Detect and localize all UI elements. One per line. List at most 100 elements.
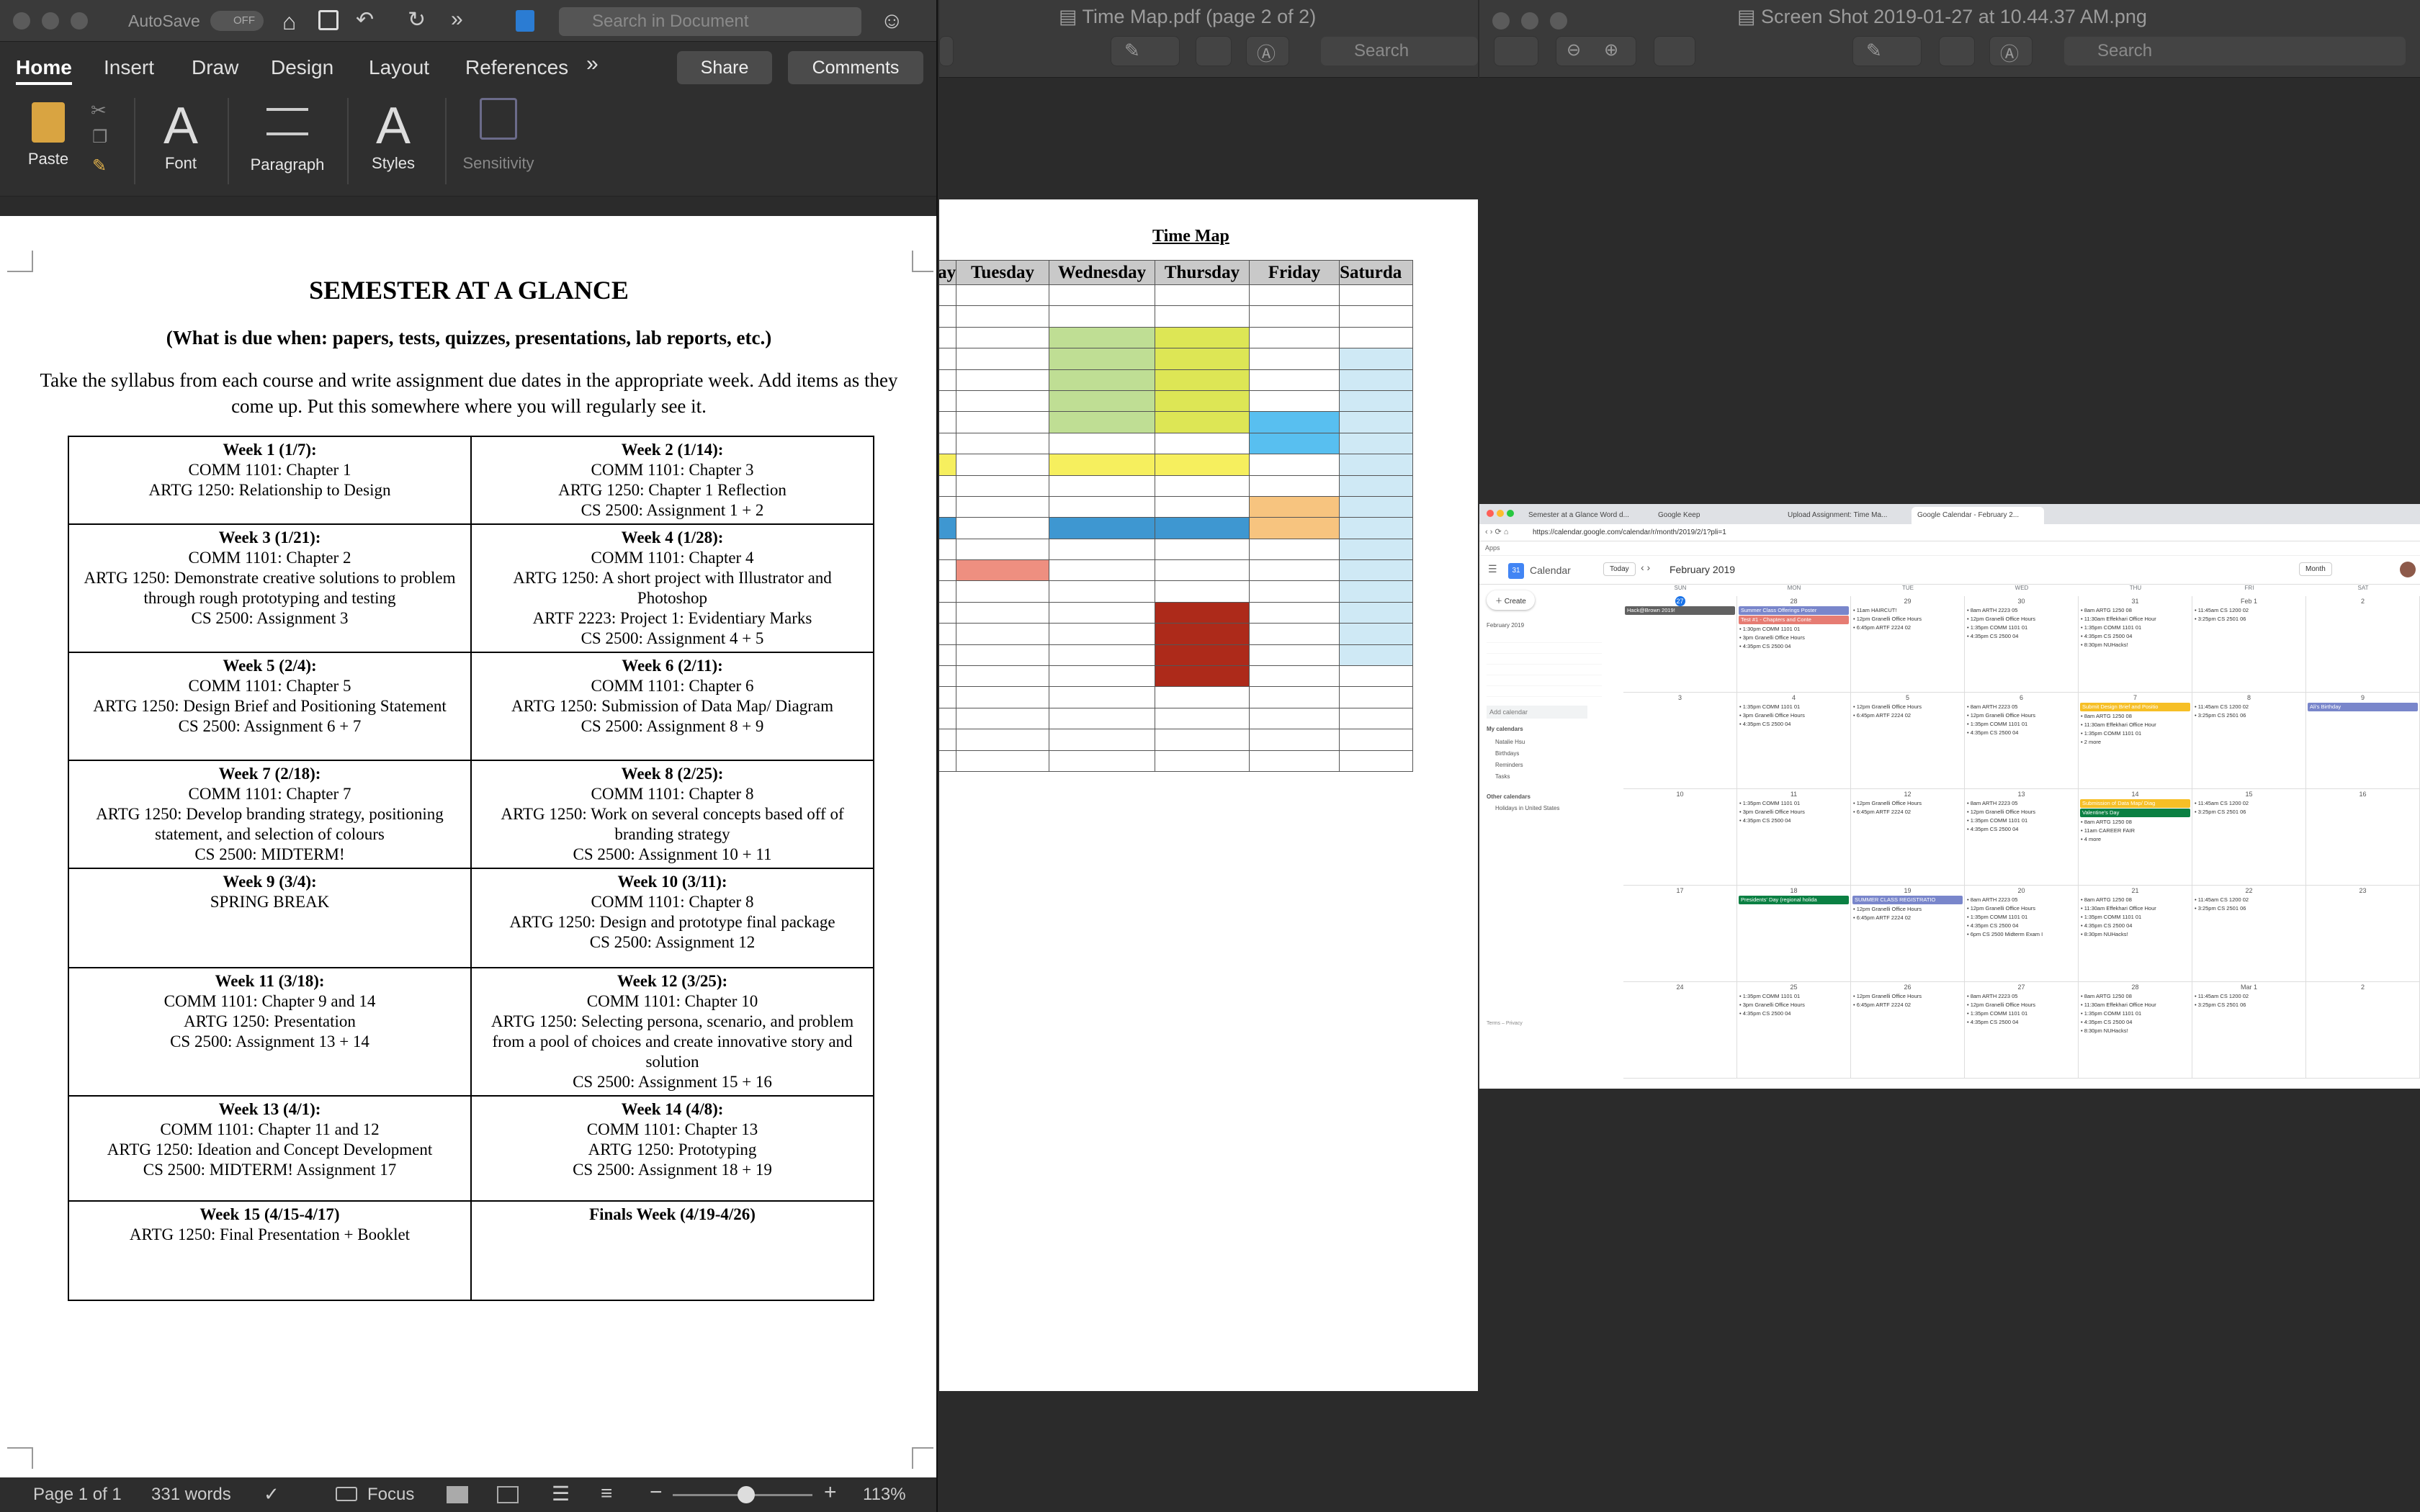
pdf-window-title: ▤ Time Map.pdf (page 2 of 2) <box>1059 6 1317 27</box>
week-cell[interactable]: Week 13 (4/1): COMM 1101: Chapter 11 and … <box>68 1095 472 1202</box>
tab-references[interactable]: References <box>465 56 568 79</box>
calendar-event: • 6pm CS 2500 Midterm Exam I <box>1967 931 2043 937</box>
focus-icon[interactable] <box>336 1487 357 1501</box>
outline-icon[interactable]: ☰ <box>552 1482 570 1506</box>
styles-button[interactable]: A Styles <box>357 98 429 173</box>
zoom-level[interactable]: 113% <box>863 1485 906 1505</box>
web-layout-icon[interactable] <box>497 1486 519 1503</box>
print-layout-icon[interactable] <box>447 1486 468 1503</box>
cut-icon[interactable]: ✂ <box>91 99 107 122</box>
calendar-event: • 4:35pm CS 2500 04 <box>1967 633 2019 639</box>
annotate-button[interactable]: Ⓐ <box>1246 36 1289 66</box>
week-cell[interactable]: Week 1 (1/7): COMM 1101: Chapter 1 ARTG 12… <box>68 436 472 525</box>
week-cell[interactable]: Week 5 (2/4): COMM 1101: Chapter 5 ARTG 12… <box>68 652 472 761</box>
time-slot <box>956 644 1049 667</box>
time-slot <box>1339 432 1413 455</box>
time-slot <box>1339 454 1413 476</box>
share-button[interactable] <box>1654 36 1695 66</box>
paste-button[interactable]: Paste <box>16 102 81 168</box>
word-search-input[interactable]: Search in Document <box>559 7 861 36</box>
day-cell: 9 Ali's Birthday <box>2306 693 2420 789</box>
calendar-event: • 2 more <box>2081 739 2102 745</box>
week-heading: Week 7 (2/18): <box>218 765 321 783</box>
week-cell[interactable]: Week 2 (1/14): COMM 1101: Chapter 3 ARTG 1… <box>470 436 874 525</box>
week-row: Week 3 (1/21): COMM 1101: Chapter 2 ARTG 1… <box>68 523 874 653</box>
tab-layout[interactable]: Layout <box>369 56 429 79</box>
day-number: 2 <box>2360 598 2365 605</box>
calendar-event: Ali's Birthday <box>2308 703 2418 711</box>
more-icon[interactable]: » <box>451 7 463 32</box>
sidebar-toggle[interactable] <box>1494 36 1538 66</box>
redo-icon[interactable]: ↻ <box>408 7 426 32</box>
markup-button[interactable]: ✎ <box>1852 36 1922 66</box>
time-slot <box>1248 707 1340 730</box>
font-button[interactable]: A Font <box>148 98 213 173</box>
close-button[interactable] <box>13 12 30 30</box>
minimize-button[interactable] <box>1521 12 1538 30</box>
minimize-button[interactable] <box>42 12 59 30</box>
tab-home[interactable]: Home <box>16 56 72 85</box>
zoom-button[interactable] <box>1550 12 1567 30</box>
calendar-event: Submission of Data Map/ Diag <box>2080 799 2190 808</box>
tab-design[interactable]: Design <box>271 56 333 79</box>
week-cell[interactable]: Week 14 (4/8): COMM 1101: Chapter 13 ARTG … <box>470 1095 874 1202</box>
week-cell[interactable]: Finals Week (4/19-4/26) <box>470 1200 874 1301</box>
week-cell[interactable]: Week 3 (1/21): COMM 1101: Chapter 2 ARTG 1… <box>68 523 472 653</box>
week-cell[interactable]: Week 12 (3/25): COMM 1101: Chapter 10 ARTG… <box>470 967 874 1097</box>
draft-icon[interactable]: ≡ <box>601 1482 612 1505</box>
comments-button[interactable]: Comments <box>788 51 923 84</box>
zoom-button[interactable] <box>71 12 88 30</box>
undo-icon[interactable]: ↶ <box>356 7 374 32</box>
tab-draw[interactable]: Draw <box>192 56 238 79</box>
week-cell[interactable]: Week 11 (3/18): COMM 1101: Chapter 9 and … <box>68 967 472 1097</box>
weekday-header: SAT <box>2357 585 2369 591</box>
address-bar: ‹ › ⟳ ⌂ https://calendar.google.com/cale… <box>1479 524 2420 541</box>
markup-button[interactable]: ✎ <box>1111 36 1180 66</box>
calendar-event: • 8am ARTG 1250 08 <box>2081 896 2132 903</box>
week-item: CS 2500: MIDTERM! Assignment 17 <box>143 1161 397 1179</box>
annotate-button[interactable]: Ⓐ <box>1989 36 2033 66</box>
week-cell[interactable]: Week 9 (3/4): SPRING BREAK <box>68 868 472 968</box>
rotate-button[interactable] <box>1939 36 1975 66</box>
tab-insert[interactable]: Insert <box>104 56 154 79</box>
proofing-icon[interactable]: ✓ <box>264 1483 279 1506</box>
sidebar-toggle[interactable] <box>939 36 954 66</box>
zoom-slider-thumb[interactable] <box>738 1486 755 1503</box>
smiley-icon[interactable]: ☺ <box>880 7 904 34</box>
time-row <box>939 644 1413 667</box>
save-icon[interactable] <box>318 10 339 30</box>
more-tabs-icon[interactable]: » <box>586 52 599 76</box>
word-count[interactable]: 331 words <box>151 1485 231 1505</box>
format-painter-icon[interactable]: ✎ <box>92 156 107 176</box>
time-slot <box>939 580 957 603</box>
pdf-search-input[interactable]: Search <box>1321 37 1478 66</box>
zoom-out-icon[interactable]: − <box>650 1480 663 1505</box>
day-number: 5 <box>1905 694 1909 701</box>
home-icon[interactable]: ⌂ <box>282 9 296 35</box>
week-cell[interactable]: Week 10 (3/11): COMM 1101: Chapter 8 ARTG … <box>470 868 874 968</box>
time-slot <box>956 348 1049 370</box>
pdf-page[interactable]: Time Map ndayTuesdayWednesdayThursdayFri… <box>939 199 1478 1391</box>
close-button[interactable] <box>1492 12 1510 30</box>
pen-icon: ✎ <box>1866 40 1882 61</box>
sensitivity-button[interactable]: Sensitivity <box>455 98 542 173</box>
zoom-in-icon[interactable]: + <box>824 1480 837 1505</box>
zoom-buttons[interactable]: ⊖ ⊕ <box>1556 36 1636 66</box>
week-cell[interactable]: Week 6 (2/11): COMM 1101: Chapter 6 ARTG 1… <box>470 652 874 761</box>
week-item: CS 2500: Assignment 6 + 7 <box>178 717 362 735</box>
share-button[interactable]: Share <box>677 51 772 84</box>
week-cell[interactable]: Week 15 (4/15-4/17) ARTG 1250: Final Pres… <box>68 1200 472 1301</box>
preview-search-input[interactable]: Search <box>2064 37 2406 66</box>
rotate-button[interactable] <box>1196 36 1232 66</box>
autosave-toggle[interactable]: OFF <box>210 11 264 31</box>
focus-label[interactable]: Focus <box>367 1485 414 1505</box>
time-slot <box>1248 495 1340 518</box>
week-cell[interactable]: Week 7 (2/18): COMM 1101: Chapter 7 ARTG 1… <box>68 760 472 869</box>
week-cell[interactable]: Week 4 (1/28): COMM 1101: Chapter 4 ARTG 1… <box>470 523 874 653</box>
week-cell[interactable]: Week 8 (2/25): COMM 1101: Chapter 8 ARTG 1… <box>470 760 874 869</box>
paragraph-button[interactable]: Paragraph <box>242 104 333 174</box>
week-item: ARTG 1250: Relationship to Design <box>148 481 391 499</box>
page-count[interactable]: Page 1 of 1 <box>33 1485 122 1505</box>
my-calendar-item: Reminders <box>1495 762 1523 768</box>
copy-icon[interactable]: ❐ <box>92 127 108 148</box>
